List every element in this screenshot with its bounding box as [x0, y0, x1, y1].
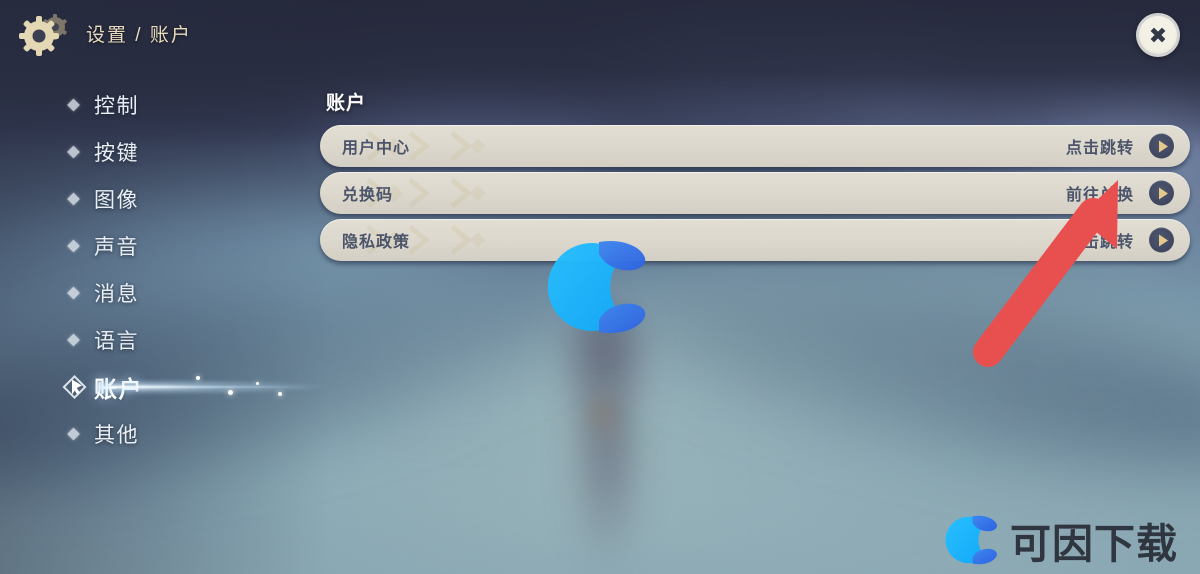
diamond-bullet-icon [67, 286, 80, 300]
gear-icon [14, 10, 70, 60]
sidebar-item-label: 控制 [94, 95, 139, 118]
row-user-center[interactable]: 用户中心 点击跳转 [320, 125, 1190, 167]
row-privacy-policy[interactable]: 隐私政策 点击跳转 [320, 219, 1190, 261]
sidebar-item-language[interactable]: 语言 [0, 323, 300, 357]
diamond-bullet-icon [67, 333, 80, 347]
corner-watermark: 可因下载 [944, 510, 1178, 570]
sidebar-item-label: 语言 [94, 330, 139, 353]
diamond-bullet-icon [67, 239, 80, 253]
row-action-label: 点击跳转 [1065, 140, 1134, 157]
sparkle-icon [228, 390, 233, 395]
sidebar-item-label: 账户 [94, 376, 143, 402]
row-label: 用户中心 [342, 140, 411, 157]
background-character [586, 388, 620, 440]
diamond-bullet-icon [67, 192, 80, 206]
account-panel: 账户 用户中心 点击跳转 兑换码 前往兑换 隐私政策 点击跳转 [320, 88, 1190, 266]
sparkle-icon [256, 382, 259, 385]
sparkle-icon [196, 376, 200, 380]
page-title: 账户 [326, 93, 367, 114]
sidebar-item-audio[interactable]: 声音 [0, 229, 300, 263]
sidebar-item-graphics[interactable]: 图像 [0, 182, 300, 216]
sidebar-item-control[interactable]: 控制 [0, 88, 300, 122]
sidebar-item-keys[interactable]: 按键 [0, 135, 300, 169]
diamond-bullet-icon [67, 98, 80, 112]
watermark-text: 可因下载 [1010, 520, 1178, 568]
c-logo-icon [547, 240, 646, 334]
sidebar-item-other[interactable]: 其他 [0, 417, 300, 451]
c-logo-icon [945, 515, 997, 565]
sidebar-item-account[interactable]: 账户 [0, 370, 326, 404]
sparkle-icon [278, 392, 282, 396]
chevron-right-icon[interactable] [1149, 227, 1174, 253]
row-label: 兑换码 [342, 187, 394, 204]
sidebar-item-label: 按键 [94, 142, 139, 165]
row-action-label: 点击跳转 [1065, 234, 1134, 251]
sidebar-item-label: 图像 [94, 189, 139, 212]
close-button[interactable] [1136, 13, 1180, 57]
chevron-right-icon[interactable] [1149, 180, 1174, 206]
diamond-bullet-icon [67, 145, 80, 159]
header-bar: 设置 / 账户 [0, 0, 1200, 70]
sidebar-item-label: 声音 [94, 236, 139, 259]
sidebar-item-messages[interactable]: 消息 [0, 276, 300, 310]
row-action-label: 前往兑换 [1065, 187, 1134, 204]
row-label: 隐私政策 [342, 234, 411, 251]
close-icon [1150, 27, 1166, 43]
breadcrumb[interactable]: 设置 / 账户 [86, 20, 192, 47]
row-redeem-code[interactable]: 兑换码 前往兑换 [320, 172, 1190, 214]
settings-sidebar: 控制 按键 图像 声音 消息 语言 账户 其他 [0, 88, 326, 464]
chevron-right-icon[interactable] [1149, 133, 1174, 159]
sidebar-item-label: 消息 [94, 283, 139, 306]
sidebar-item-label: 其他 [94, 424, 139, 447]
diamond-bullet-icon [67, 427, 80, 441]
center-watermark-logo [545, 232, 651, 342]
